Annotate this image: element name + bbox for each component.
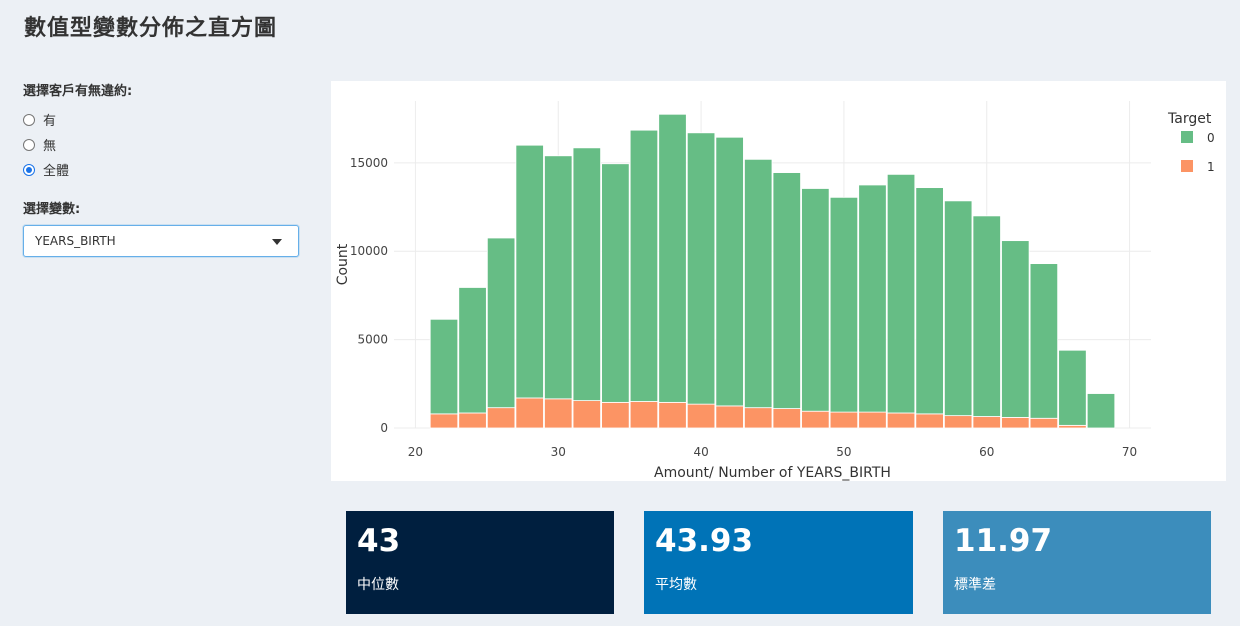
- bar-target-1: [943, 415, 973, 429]
- radio-button-selected[interactable]: [23, 163, 35, 176]
- bar-target-0: [572, 147, 602, 402]
- bar-target-0: [601, 163, 630, 403]
- bar-target-1: [886, 412, 916, 429]
- bar-target-0: [886, 173, 916, 414]
- bar-target-1: [915, 413, 944, 429]
- bar-target-1: [601, 401, 630, 429]
- bar-target-1: [686, 403, 716, 429]
- bar-target-1: [458, 412, 487, 429]
- y-tick-label: 10000: [350, 244, 388, 258]
- y-tick-label: 0: [380, 421, 388, 435]
- legend-label: 1: [1207, 160, 1215, 174]
- mean-caption: 平均數: [655, 577, 697, 593]
- x-tick-label: 50: [836, 445, 851, 459]
- bar-target-0: [829, 196, 859, 413]
- bar-target-0: [1086, 393, 1116, 429]
- default-filter-label: 選擇客戶有無違約:: [23, 84, 133, 99]
- bar-target-1: [572, 400, 602, 429]
- radio-button[interactable]: [23, 138, 35, 151]
- x-tick-label: 70: [1122, 445, 1137, 459]
- bar-target-1: [486, 407, 516, 429]
- y-tick-label: 15000: [350, 156, 388, 170]
- std-value-box: 11.97 標準差: [943, 511, 1211, 614]
- bar-target-0: [1058, 349, 1087, 426]
- bar-target-0: [801, 188, 830, 412]
- bar-target-0: [915, 187, 944, 415]
- bar-target-1: [629, 401, 659, 429]
- bar-target-1: [429, 413, 459, 429]
- bar-target-0: [686, 132, 716, 405]
- bar-target-1: [1029, 417, 1059, 429]
- bar-target-0: [515, 144, 544, 399]
- bar-target-1: [744, 407, 773, 429]
- x-axis-title: Amount/ Number of YEARS_BIRTH: [654, 465, 891, 481]
- variable-select[interactable]: YEARS_BIRTH: [23, 225, 299, 257]
- bar-target-1: [858, 411, 887, 429]
- bar-target-1: [772, 408, 801, 429]
- sidebar: 選擇客戶有無違約: 有 無 全體 選擇變數: YEARS_BIRTH: [23, 80, 303, 257]
- legend-title: Target: [1167, 111, 1212, 127]
- x-tick-label: 30: [551, 445, 566, 459]
- bar-target-0: [715, 136, 744, 407]
- bar-target-1: [544, 398, 573, 429]
- radio-option-label: 全體: [43, 164, 70, 179]
- page-title: 數值型變數分佈之直方圖: [24, 16, 278, 41]
- x-tick-label: 20: [408, 445, 423, 459]
- legend-swatch: [1181, 131, 1193, 143]
- x-tick-label: 60: [979, 445, 994, 459]
- bar-target-0: [744, 158, 773, 409]
- legend-label: 0: [1207, 131, 1215, 145]
- bar-target-1: [515, 397, 544, 429]
- bar-target-0: [658, 113, 687, 403]
- mean-value: 43.93: [655, 523, 754, 559]
- bar-target-0: [458, 287, 487, 414]
- legend-swatch: [1181, 160, 1193, 172]
- bar-target-1: [715, 405, 744, 429]
- bar-target-0: [544, 155, 573, 400]
- bar-target-1: [829, 411, 859, 429]
- radio-option-all[interactable]: 全體: [23, 157, 303, 182]
- median-value-box: 43 中位數: [346, 511, 614, 614]
- median-value: 43: [357, 523, 401, 559]
- y-tick-label: 5000: [357, 333, 388, 347]
- default-filter-radio-group: 有 無 全體: [23, 107, 303, 182]
- y-axis-title: Count: [335, 243, 351, 285]
- bar-target-0: [486, 237, 516, 409]
- median-caption: 中位數: [357, 577, 399, 593]
- mean-value-box: 43.93 平均數: [644, 511, 913, 614]
- bar-target-0: [772, 172, 801, 409]
- std-caption: 標準差: [954, 577, 996, 593]
- bar-target-0: [629, 129, 659, 402]
- variable-select-label: 選擇變數:: [23, 202, 81, 217]
- bar-target-0: [943, 200, 973, 417]
- bar-target-1: [658, 401, 687, 429]
- radio-option-no[interactable]: 無: [23, 132, 303, 157]
- bar-target-0: [1001, 240, 1030, 418]
- variable-select-value: YEARS_BIRTH: [35, 234, 116, 248]
- histogram-panel: 20 30 40 50 60 70 0 5000 10000 15000 Amount/ Numbe…: [331, 81, 1226, 481]
- bar-target-1: [801, 410, 830, 429]
- radio-option-yes[interactable]: 有: [23, 107, 303, 132]
- radio-button[interactable]: [23, 113, 35, 126]
- bar-target-0: [858, 184, 887, 413]
- bar-target-1: [1001, 416, 1030, 429]
- histogram-chart[interactable]: 20 30 40 50 60 70 0 5000 10000 15000 Amount/ Numbe…: [331, 81, 1226, 481]
- bar-target-0: [429, 318, 459, 415]
- x-tick-label: 40: [693, 445, 708, 459]
- radio-option-label: 無: [43, 139, 57, 154]
- bar-target-0: [972, 215, 1001, 417]
- bar-target-1: [972, 416, 1001, 429]
- caret-down-icon: [272, 239, 282, 245]
- radio-option-label: 有: [43, 114, 57, 129]
- std-value: 11.97: [954, 523, 1053, 559]
- bar-target-0: [1029, 263, 1059, 419]
